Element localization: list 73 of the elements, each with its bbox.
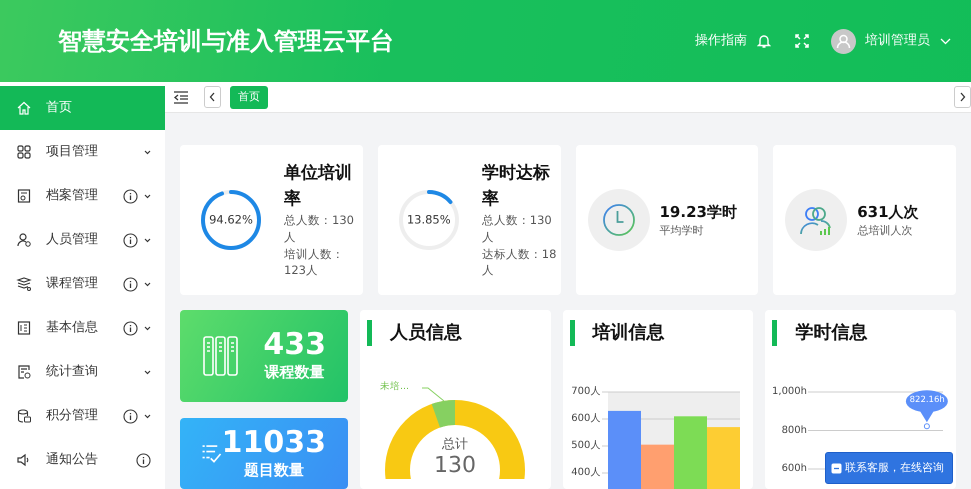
document-icon [16, 188, 32, 204]
percent-text: 13.85% [406, 211, 451, 228]
database-icon [16, 408, 32, 424]
marker-pin [906, 390, 948, 422]
data-point [924, 423, 930, 430]
stat-detail: 达标人数：18人 [482, 246, 558, 279]
chevron-down-icon[interactable] [144, 326, 151, 330]
value-annotation: 822.16h [910, 394, 945, 408]
chevron-down-icon[interactable] [144, 194, 151, 198]
people-icon [785, 189, 848, 251]
axis-label: 600h [782, 462, 807, 476]
user-icon [16, 232, 32, 248]
sidebar-item[interactable]: 积分管理 [0, 394, 165, 438]
stat-value: 19.23学时 [660, 202, 737, 222]
tile-caption: 课程数量 [263, 362, 326, 384]
stat-detail: 培训人数：123人 [284, 246, 345, 279]
panel-title: 培训信息 [570, 320, 754, 346]
stat-detail: 总人数：130人 [482, 212, 553, 246]
axis-label: 800h [782, 424, 807, 438]
chat-icon [831, 462, 842, 474]
scroll-left-button[interactable] [204, 86, 221, 108]
chevron-down-icon[interactable] [144, 282, 151, 286]
grid-icon [16, 144, 32, 160]
stat-caption: 平均学时 [660, 223, 704, 239]
chevron-down-icon[interactable] [144, 370, 151, 374]
chevron-down-icon[interactable] [144, 238, 151, 242]
sidebar-item[interactable]: 项目管理 [0, 130, 165, 174]
info-icon[interactable] [123, 320, 138, 336]
customer-service-button[interactable]: 联系客服，在线咨询 [825, 452, 953, 484]
info-icon[interactable] [123, 188, 138, 204]
stat-caption: 总培训人次 [857, 223, 914, 239]
chevron-right-icon [959, 92, 966, 102]
sidebar-item[interactable]: 通知公告 [0, 438, 165, 482]
tile-caption: 题目数量 [242, 460, 305, 481]
stat-title: 单位培训率 [284, 162, 353, 211]
info-icon[interactable] [123, 276, 138, 292]
books-icon [202, 334, 238, 378]
tile-value: 11033 [222, 426, 326, 459]
axis-label: 1,000h [772, 385, 807, 399]
chevron-left-icon [209, 92, 216, 102]
chevron-down-icon[interactable] [144, 414, 151, 418]
axis-label: 600人 [571, 412, 600, 426]
percent-text: 94.62% [209, 211, 253, 228]
info-icon[interactable] [123, 408, 138, 424]
axis-label: 400人 [571, 466, 600, 480]
panel-title: 学时信息 [772, 320, 956, 346]
bar [706, 427, 740, 489]
donut-center-label: 总计 [442, 436, 468, 454]
stat-value: 631人次 [857, 202, 919, 222]
info-icon[interactable] [136, 452, 151, 468]
scroll-right-button[interactable] [954, 86, 971, 108]
info-icon[interactable] [123, 232, 138, 248]
tile-value: 433 [263, 328, 326, 362]
app-title: 智慧安全培训与准入管理云平台 [58, 26, 394, 57]
sidebar-item[interactable]: 统计查询 [0, 350, 165, 394]
stack-icon [16, 276, 32, 292]
report-icon [16, 364, 32, 380]
panel-title: 人员信息 [367, 320, 551, 346]
axis-label: 500人 [571, 439, 600, 453]
slice-label: 未培... [380, 380, 410, 394]
donut-center-value: 130 [434, 454, 476, 478]
chevron-down-icon[interactable] [144, 150, 151, 154]
sidebar-item[interactable]: 档案管理 [0, 174, 165, 218]
axis-label: 700人 [571, 385, 600, 399]
sidebar-item[interactable]: 人员管理 [0, 218, 165, 262]
sidebar-item[interactable]: 基本信息 [0, 306, 165, 350]
sidebar-item[interactable]: 课程管理 [0, 262, 165, 306]
stat-title: 学时达标率 [482, 162, 551, 211]
stat-detail: 总人数：130人 [284, 212, 355, 246]
clock-icon [588, 189, 650, 251]
list-icon [16, 320, 32, 336]
home-icon [16, 100, 32, 116]
menu-collapse-icon[interactable] [173, 90, 189, 104]
